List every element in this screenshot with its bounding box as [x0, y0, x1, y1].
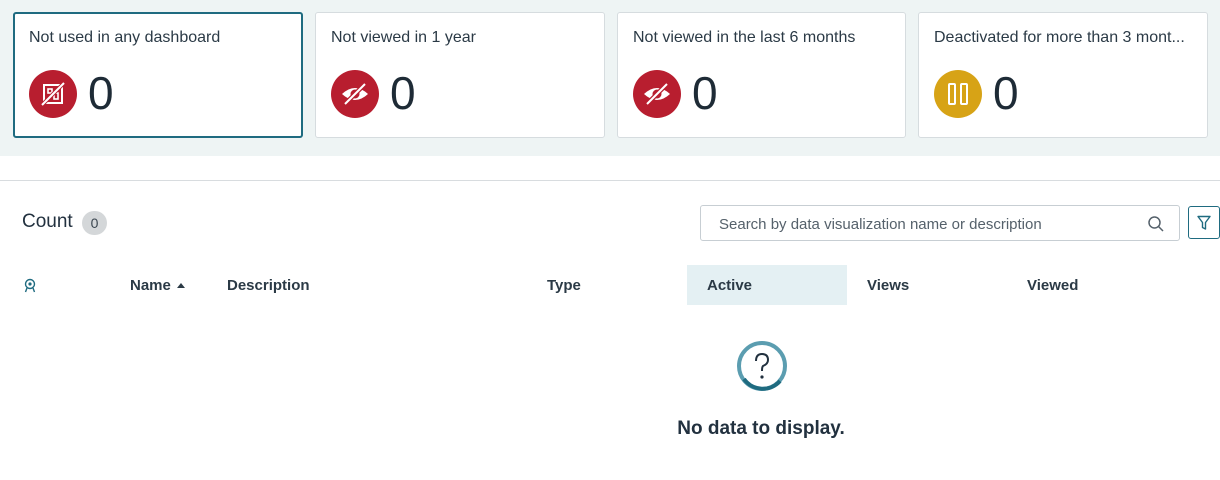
column-header-viewed[interactable]: Viewed: [1027, 265, 1078, 305]
search-icon[interactable]: [1147, 215, 1165, 233]
sort-ascending-icon: [176, 282, 185, 288]
card-title: Not used in any dashboard: [29, 29, 221, 46]
column-header-label: Type: [547, 276, 581, 294]
column-header-views[interactable]: Views: [867, 265, 909, 305]
column-header-label: Active: [707, 276, 753, 294]
card-not-viewed-6-months[interactable]: Not viewed in the last 6 months 0: [617, 12, 906, 138]
card-not-viewed-1-year[interactable]: Not viewed in 1 year 0: [315, 12, 605, 138]
search-field[interactable]: [700, 205, 1180, 242]
card-title: Not viewed in 1 year: [331, 29, 476, 46]
card-title: Deactivated for more than 3 mont...: [934, 29, 1185, 46]
column-settings-icon: [24, 278, 36, 293]
column-select-toggle[interactable]: [22, 265, 52, 305]
card-not-used-in-dashboard[interactable]: Not used in any dashboard 0: [13, 12, 303, 138]
question-circle-icon: [737, 341, 787, 391]
card-value: 0: [993, 67, 1019, 119]
column-header-type[interactable]: Type: [547, 265, 581, 305]
card-title: Not viewed in the last 6 months: [633, 29, 856, 46]
card-value: 0: [88, 67, 114, 119]
column-header-label: Description: [227, 276, 310, 294]
filter-icon: [1197, 215, 1211, 230]
card-deactivated-3-months[interactable]: Deactivated for more than 3 mont... 0: [918, 12, 1208, 138]
column-header-active[interactable]: Active: [687, 265, 847, 305]
empty-state-message: No data to display.: [677, 418, 845, 439]
eye-slash-icon: [331, 70, 379, 118]
card-value: 0: [390, 67, 416, 119]
count-label: Count: [22, 211, 73, 232]
count-badge: 0: [82, 211, 107, 235]
pause-icon: [934, 70, 982, 118]
search-input[interactable]: [717, 206, 1141, 242]
column-header-label: Name: [130, 276, 171, 294]
section-divider: [0, 180, 1220, 181]
eye-slash-icon: [633, 70, 681, 118]
filter-button[interactable]: [1188, 206, 1220, 239]
column-header-description[interactable]: Description: [227, 265, 310, 305]
column-header-label: Views: [867, 276, 910, 294]
column-header-label: Viewed: [1027, 276, 1079, 294]
column-header-name[interactable]: Name: [130, 265, 185, 305]
card-value: 0: [692, 67, 718, 119]
unused-dashboard-icon: [29, 70, 77, 118]
